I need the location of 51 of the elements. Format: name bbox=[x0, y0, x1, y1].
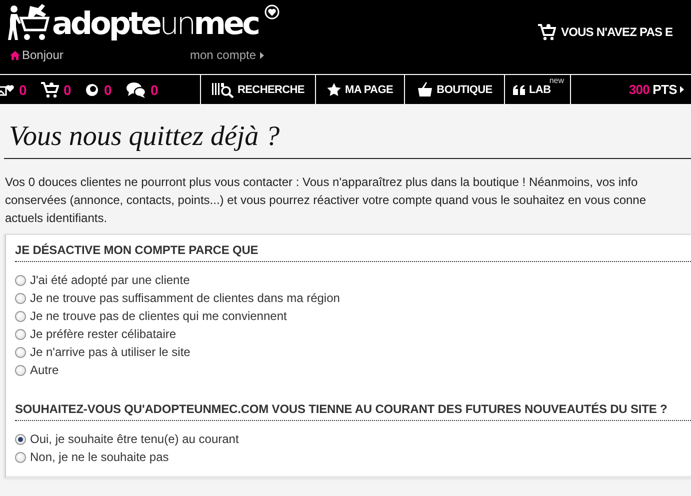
search-icon bbox=[212, 82, 234, 98]
account-link[interactable]: mon compte bbox=[190, 48, 264, 62]
logo-wordmark: adopteunmec bbox=[52, 6, 258, 42]
home-icon bbox=[10, 50, 20, 60]
page-title: Vous nous quittez déjà ? bbox=[8, 120, 280, 154]
counter-item[interactable]: 0 bbox=[126, 82, 158, 98]
radio-button[interactable] bbox=[15, 434, 26, 444]
radio-option[interactable]: Non, je ne le souhaite pas bbox=[15, 448, 691, 466]
nav-tab[interactable]: MA PAGE bbox=[316, 75, 405, 104]
cart-icon bbox=[40, 82, 58, 98]
nav-tab[interactable]: BOUTIQUE bbox=[405, 75, 505, 104]
radio-option[interactable]: Je ne trouve pas suffisamment de clientes dans ma région bbox=[15, 289, 691, 307]
radio-button[interactable] bbox=[15, 346, 26, 358]
counter-value: 0 bbox=[104, 82, 112, 98]
caret-icon bbox=[680, 86, 684, 93]
radio-button[interactable] bbox=[15, 364, 26, 376]
counter-value: 0 bbox=[19, 82, 26, 98]
radio-button[interactable] bbox=[15, 292, 26, 304]
counter-item[interactable]: 0 bbox=[0, 82, 26, 98]
counter-item[interactable]: 0 bbox=[40, 82, 71, 98]
quote-icon bbox=[513, 84, 525, 94]
section-heading: JE DÉSACTIVE MON COMPTE PARCE QUE bbox=[15, 243, 258, 259]
new-label: new bbox=[549, 76, 564, 85]
greeting-text: Bonjour bbox=[22, 48, 64, 62]
radio-option[interactable]: Je préfère rester célibataire bbox=[15, 325, 691, 343]
counter-value: 0 bbox=[150, 82, 158, 98]
radio-option[interactable]: Oui, je souhaite être tenu(e) au courant bbox=[15, 430, 691, 448]
radio-button[interactable] bbox=[15, 274, 26, 286]
bag-icon bbox=[416, 82, 433, 97]
radio-option[interactable]: Je ne trouve pas de clientes qui me conviennent bbox=[15, 307, 691, 325]
counter-item[interactable]: 0 bbox=[85, 82, 112, 98]
nav-tab[interactable]: LAB new bbox=[505, 75, 571, 104]
points-link[interactable]: 300 PTS bbox=[628, 75, 691, 104]
radio-option[interactable]: J'ai été adopté par une cliente bbox=[15, 271, 691, 289]
eye-icon bbox=[85, 82, 99, 96]
heart-circle-icon bbox=[264, 4, 280, 20]
counter-value: 0 bbox=[64, 82, 71, 98]
chat-bubbles-icon bbox=[126, 82, 146, 98]
intro-paragraph: Vos 0 douces clientes ne pourront plus vous contacter : Vous n'apparaîtrez plus dans la boutique ! Néanmoins, vos info conservées (annonce, contacts, points...) et vous pourrez réactiver votre compte quand vous le souhaitez en vous conne actuels identifiants. bbox=[5, 174, 648, 227]
nav-tab[interactable]: RECHERCHE bbox=[201, 75, 316, 104]
radio-button[interactable] bbox=[15, 452, 26, 462]
radio-option[interactable]: Autre bbox=[15, 361, 691, 379]
logo-figure-icon bbox=[8, 2, 50, 42]
caret-icon bbox=[260, 52, 264, 58]
radio-option[interactable]: Je n'arrive pas à utiliser le site bbox=[15, 343, 691, 361]
star-icon bbox=[326, 83, 341, 96]
cart-icon bbox=[538, 23, 556, 41]
radio-button[interactable] bbox=[15, 328, 26, 340]
radio-button[interactable] bbox=[15, 310, 26, 322]
cart-message: VOUS N'AVEZ PAS E bbox=[561, 25, 673, 39]
section-heading: SOUHAITEZ-VOUS QU'ADOPTEUNMEC.COM VOUS TIENNE AU COURANT DES FUTURES NOUVEAUTÉS DU SITE ? bbox=[15, 402, 668, 418]
